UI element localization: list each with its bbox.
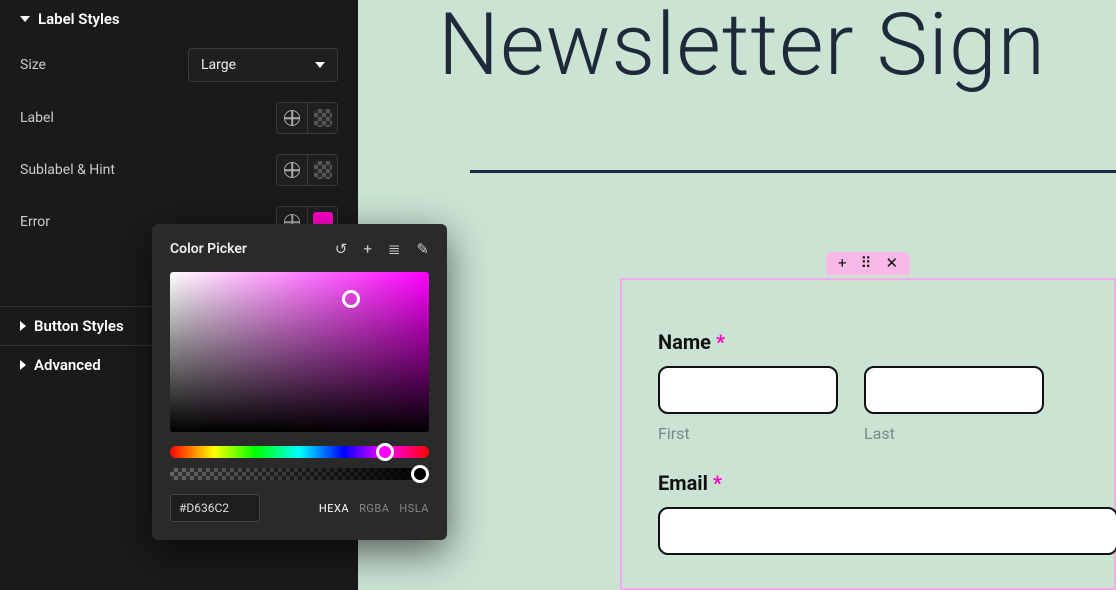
mode-hsla[interactable]: HSLA [399, 502, 429, 515]
chevron-down-icon [315, 62, 325, 68]
name-field-label: Name * [658, 330, 1078, 354]
sublabel-swatch-group [276, 154, 338, 186]
add-element-button[interactable]: + [838, 256, 847, 271]
sublabel-color-swatch[interactable] [307, 155, 337, 185]
eyedropper-icon[interactable]: ✎ [416, 240, 429, 258]
divider [470, 170, 1116, 173]
sublabel-hint-label: Sublabel & Hint [20, 162, 276, 178]
row-label: Label [0, 92, 358, 144]
palette-icon[interactable]: ≣ [388, 240, 401, 258]
sidebar: Label Styles Size Large Label Sublabel &… [0, 0, 358, 590]
form: Name * First Last Email * [622, 280, 1114, 590]
color-picker-title: Color Picker [170, 241, 247, 257]
section-title: Button Styles [34, 317, 124, 335]
alpha-knob[interactable] [411, 465, 429, 483]
hex-input[interactable] [170, 494, 260, 522]
last-name-input[interactable] [864, 366, 1044, 414]
selection-toolbar: + ⠿ ✕ [826, 252, 910, 275]
mode-rgba[interactable]: RGBA [359, 502, 389, 515]
email-input[interactable] [658, 507, 1116, 555]
section-title: Advanced [34, 356, 101, 374]
transparent-swatch-icon [314, 161, 332, 179]
required-asterisk: * [716, 330, 725, 354]
caret-right-icon [20, 360, 26, 370]
drag-handle-icon[interactable]: ⠿ [860, 256, 871, 271]
size-select[interactable]: Large [188, 48, 338, 82]
row-size: Size Large [0, 38, 358, 92]
form-selection-outline[interactable]: + ⠿ ✕ Name * First Last Email * [620, 278, 1116, 590]
hue-slider[interactable] [170, 446, 429, 458]
last-name-sublabel: Last [864, 424, 1044, 443]
sv-knob[interactable] [342, 290, 360, 308]
global-color-button[interactable] [277, 103, 307, 133]
saturation-value-area[interactable] [170, 272, 429, 432]
mode-hexa[interactable]: HEXA [319, 502, 349, 515]
size-value: Large [201, 57, 236, 73]
section-label-styles[interactable]: Label Styles [0, 0, 358, 38]
hue-knob[interactable] [376, 443, 394, 461]
section-title: Label Styles [38, 10, 120, 28]
close-button[interactable]: ✕ [885, 256, 898, 271]
caret-down-icon [20, 16, 30, 22]
label-label: Label [20, 110, 276, 126]
color-mode-tabs: HEXA RGBA HSLA [319, 502, 429, 515]
global-color-button[interactable] [277, 155, 307, 185]
add-icon[interactable]: + [363, 240, 372, 258]
first-name-sublabel: First [658, 424, 838, 443]
row-sublabel-hint: Sublabel & Hint [0, 144, 358, 196]
required-asterisk: * [713, 471, 722, 495]
page-headline: Newsletter Sign [438, 0, 1046, 95]
alpha-slider[interactable] [170, 468, 429, 480]
canvas: Newsletter Sign + ⠿ ✕ Name * First Last [358, 0, 1116, 590]
caret-right-icon [20, 321, 26, 331]
size-label: Size [20, 57, 188, 73]
label-color-swatch[interactable] [307, 103, 337, 133]
label-swatch-group [276, 102, 338, 134]
color-picker-popover: Color Picker ↺ + ≣ ✎ HEXA RGBA HSLA [152, 224, 447, 540]
first-name-input[interactable] [658, 366, 838, 414]
globe-icon [284, 162, 300, 178]
transparent-swatch-icon [314, 109, 332, 127]
globe-icon [284, 110, 300, 126]
email-field-label: Email * [658, 471, 1078, 495]
reset-icon[interactable]: ↺ [335, 240, 348, 258]
